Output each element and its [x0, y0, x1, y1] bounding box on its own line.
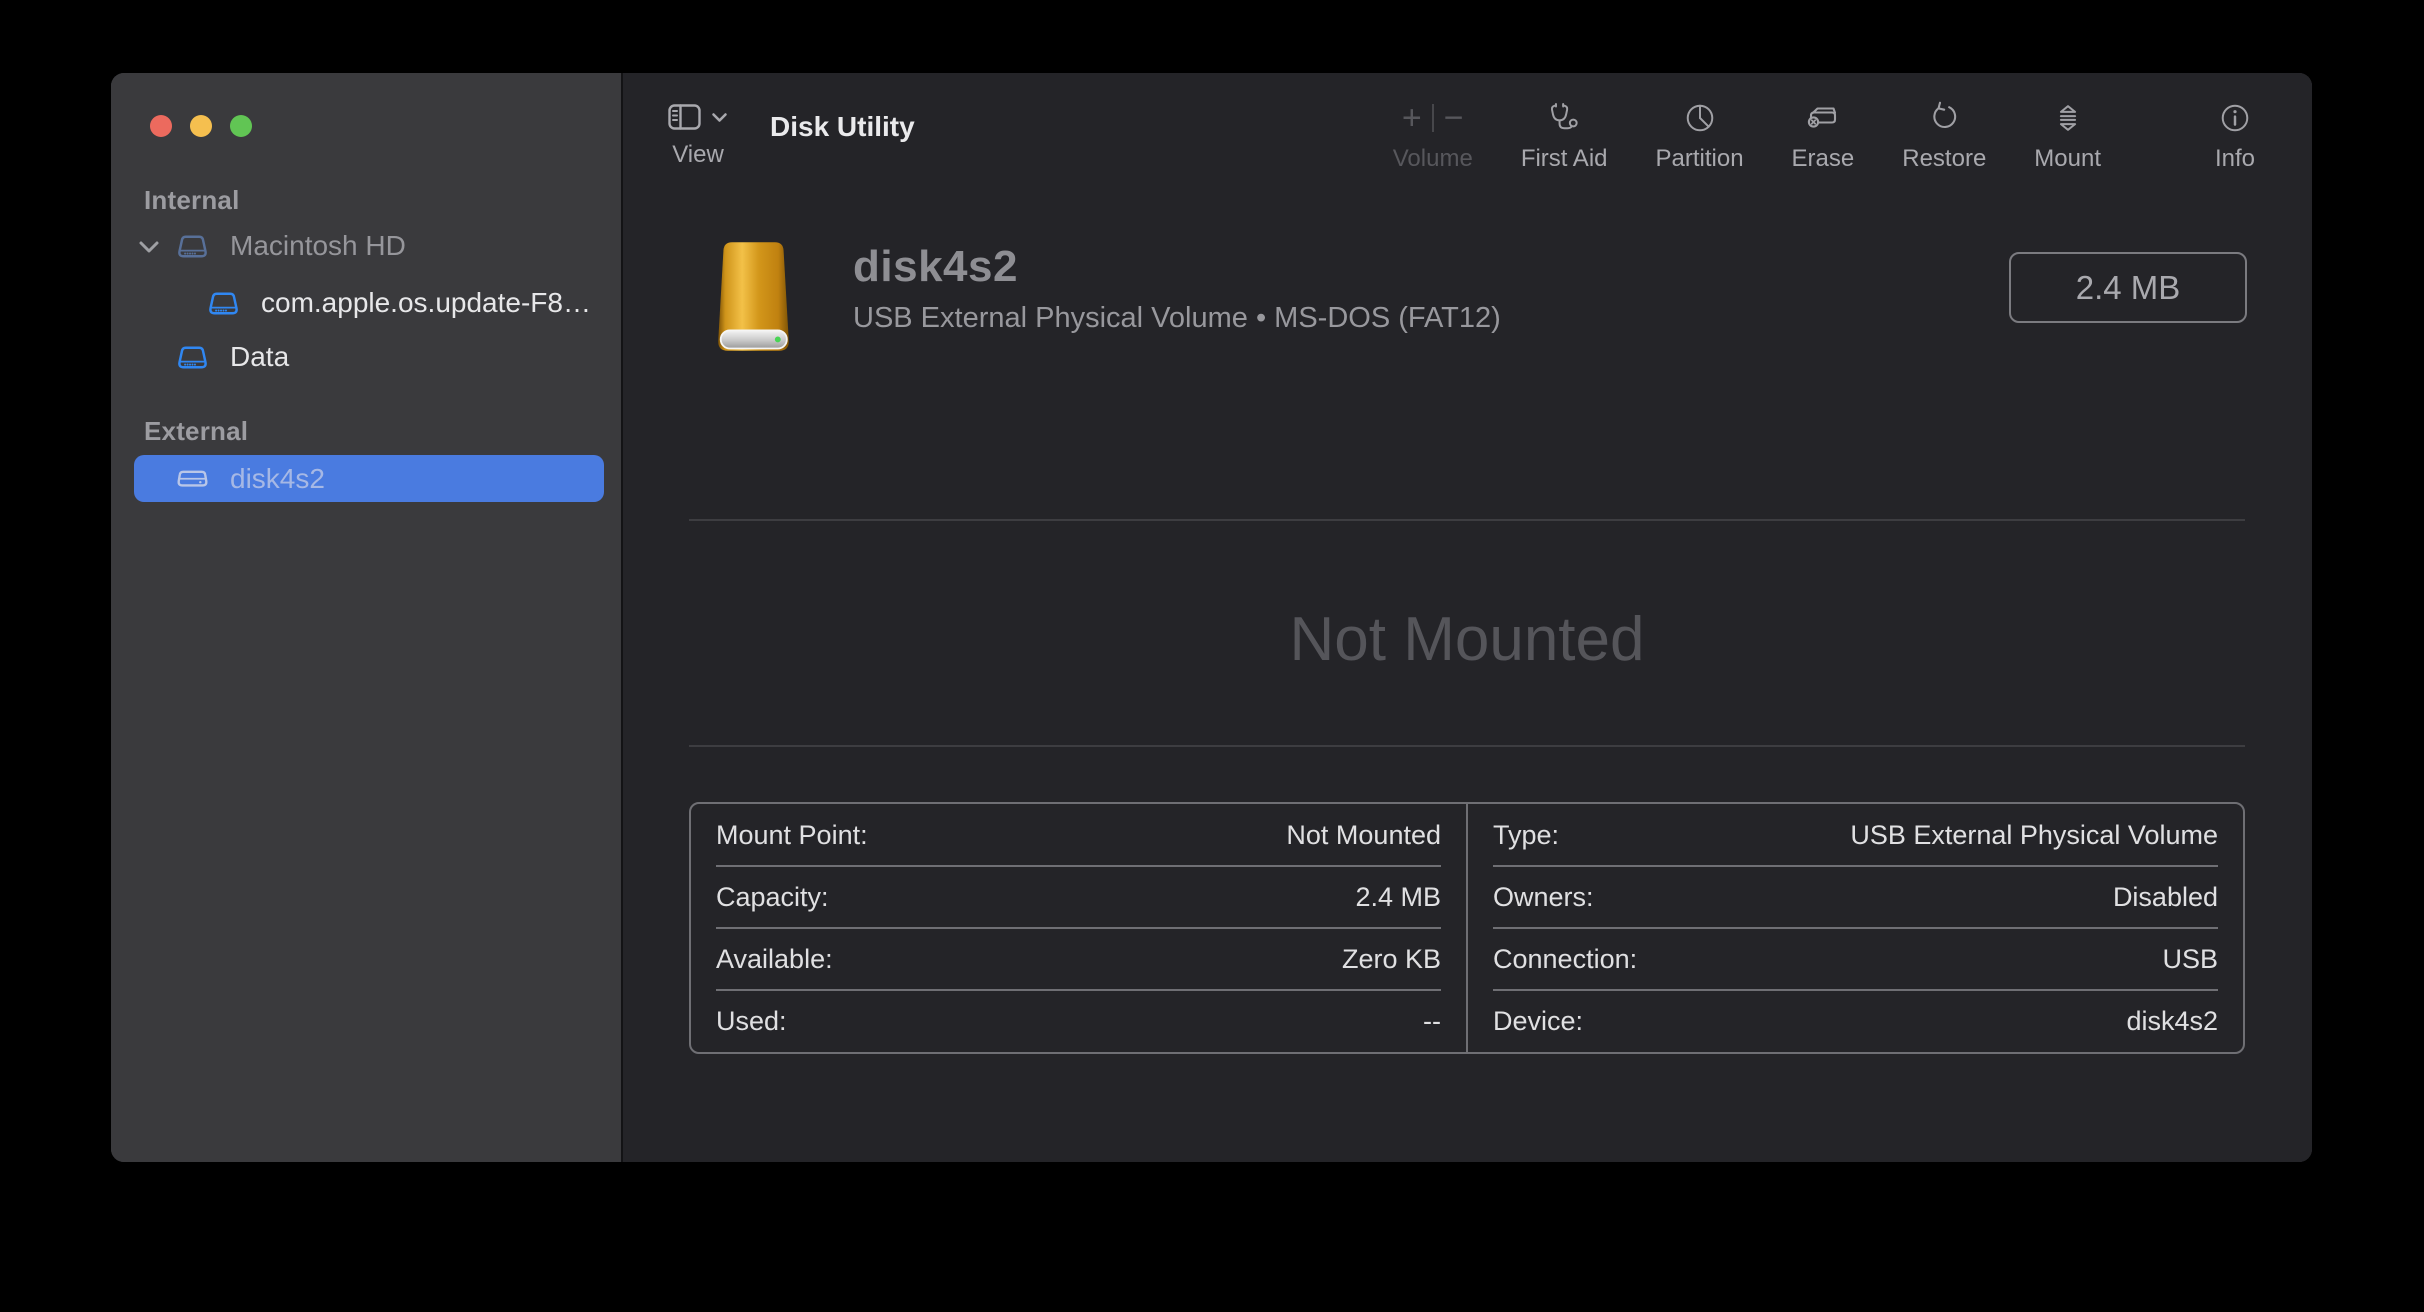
zoom-button[interactable]	[230, 115, 252, 137]
info-icon	[2218, 95, 2252, 141]
toolbar-info-button[interactable]: Info	[2205, 95, 2265, 173]
toolbar-first-aid-button[interactable]: First Aid	[1521, 95, 1608, 173]
chevron-down-icon[interactable]	[138, 240, 160, 254]
sidebar-item-com-apple-os-update[interactable]: com.apple.os.update-F8…	[111, 280, 623, 326]
table-row: Capacity: 2.4 MB	[691, 866, 1466, 928]
divider	[689, 745, 2245, 747]
table-row: Type: USB External Physical Volume	[1468, 804, 2243, 866]
details-table: Mount Point: Not Mounted Capacity: 2.4 M…	[689, 802, 2245, 1054]
sidebar-item-macintosh-hd[interactable]: Macintosh HD	[111, 223, 623, 269]
window-title: Disk Utility	[770, 111, 915, 143]
disk-utility-window: Internal Macintosh HD com.apple.os.updat…	[111, 73, 2312, 1162]
erase-icon	[1804, 95, 1842, 141]
content-area: disk4s2 USB External Physical Volume • M…	[623, 186, 2312, 1162]
traffic-lights	[150, 115, 252, 137]
toolbar-partition-button[interactable]: Partition	[1656, 95, 1744, 173]
first-aid-icon	[1547, 95, 1581, 141]
close-button[interactable]	[150, 115, 172, 137]
sidebar-item-disk4s2-selected[interactable]: disk4s2	[134, 455, 604, 502]
volume-icon	[174, 343, 211, 372]
view-button-label: View	[672, 141, 724, 169]
external-drive-icon	[174, 464, 211, 493]
minimize-button[interactable]	[190, 115, 212, 137]
volume-icon	[205, 289, 242, 318]
toolbar-mount-button[interactable]: Mount	[2034, 95, 2101, 173]
details-column-right: Type: USB External Physical Volume Owner…	[1466, 804, 2243, 1052]
table-row: Owners: Disabled	[1468, 866, 2243, 928]
table-row: Mount Point: Not Mounted	[691, 804, 1466, 866]
table-row: Used: --	[691, 990, 1466, 1052]
sidebar-item-label: disk4s2	[230, 463, 325, 495]
sidebar-section-internal: Internal	[144, 185, 240, 216]
size-badge: 2.4 MB	[2009, 252, 2247, 323]
sidebar-item-data[interactable]: Data	[111, 334, 623, 380]
partition-icon	[1683, 95, 1717, 141]
sidebar-toggle-icon	[668, 103, 701, 131]
desktop: Internal Macintosh HD com.apple.os.updat…	[0, 0, 2424, 1312]
sidebar: Internal Macintosh HD com.apple.os.updat…	[111, 73, 623, 1162]
toolbar-erase-button[interactable]: Erase	[1792, 95, 1855, 173]
mount-icon	[2051, 95, 2085, 141]
table-row: Connection: USB	[1468, 928, 2243, 990]
main-panel: View Disk Utility +− Volume	[623, 73, 2312, 1162]
disk-subtitle: USB External Physical Volume • MS-DOS (F…	[853, 302, 1501, 335]
mount-status: Not Mounted	[689, 604, 2245, 675]
toolbar-volume-button[interactable]: +− Volume	[1393, 95, 1473, 173]
restore-icon	[1927, 95, 1961, 141]
add-remove-volume-icon: +−	[1402, 95, 1464, 141]
view-button[interactable]: View	[668, 97, 728, 169]
toolbar: View Disk Utility +− Volume	[623, 73, 2312, 186]
disk-header: disk4s2 USB External Physical Volume • M…	[697, 240, 2247, 353]
table-row: Available: Zero KB	[691, 928, 1466, 990]
chevron-down-icon	[711, 112, 728, 123]
external-disk-icon	[697, 240, 810, 353]
sidebar-section-external: External	[144, 416, 248, 447]
sidebar-item-label: Data	[230, 341, 289, 373]
sidebar-item-label: com.apple.os.update-F8…	[261, 287, 591, 319]
details-column-left: Mount Point: Not Mounted Capacity: 2.4 M…	[691, 804, 1466, 1052]
table-row: Device: disk4s2	[1468, 990, 2243, 1052]
divider	[689, 519, 2245, 521]
sidebar-item-label: Macintosh HD	[230, 230, 406, 262]
disk-title: disk4s2	[853, 242, 1501, 292]
toolbar-restore-button[interactable]: Restore	[1902, 95, 1986, 173]
toolbar-items: +− Volume Fi	[1393, 73, 2265, 173]
internal-drive-icon	[174, 232, 211, 261]
